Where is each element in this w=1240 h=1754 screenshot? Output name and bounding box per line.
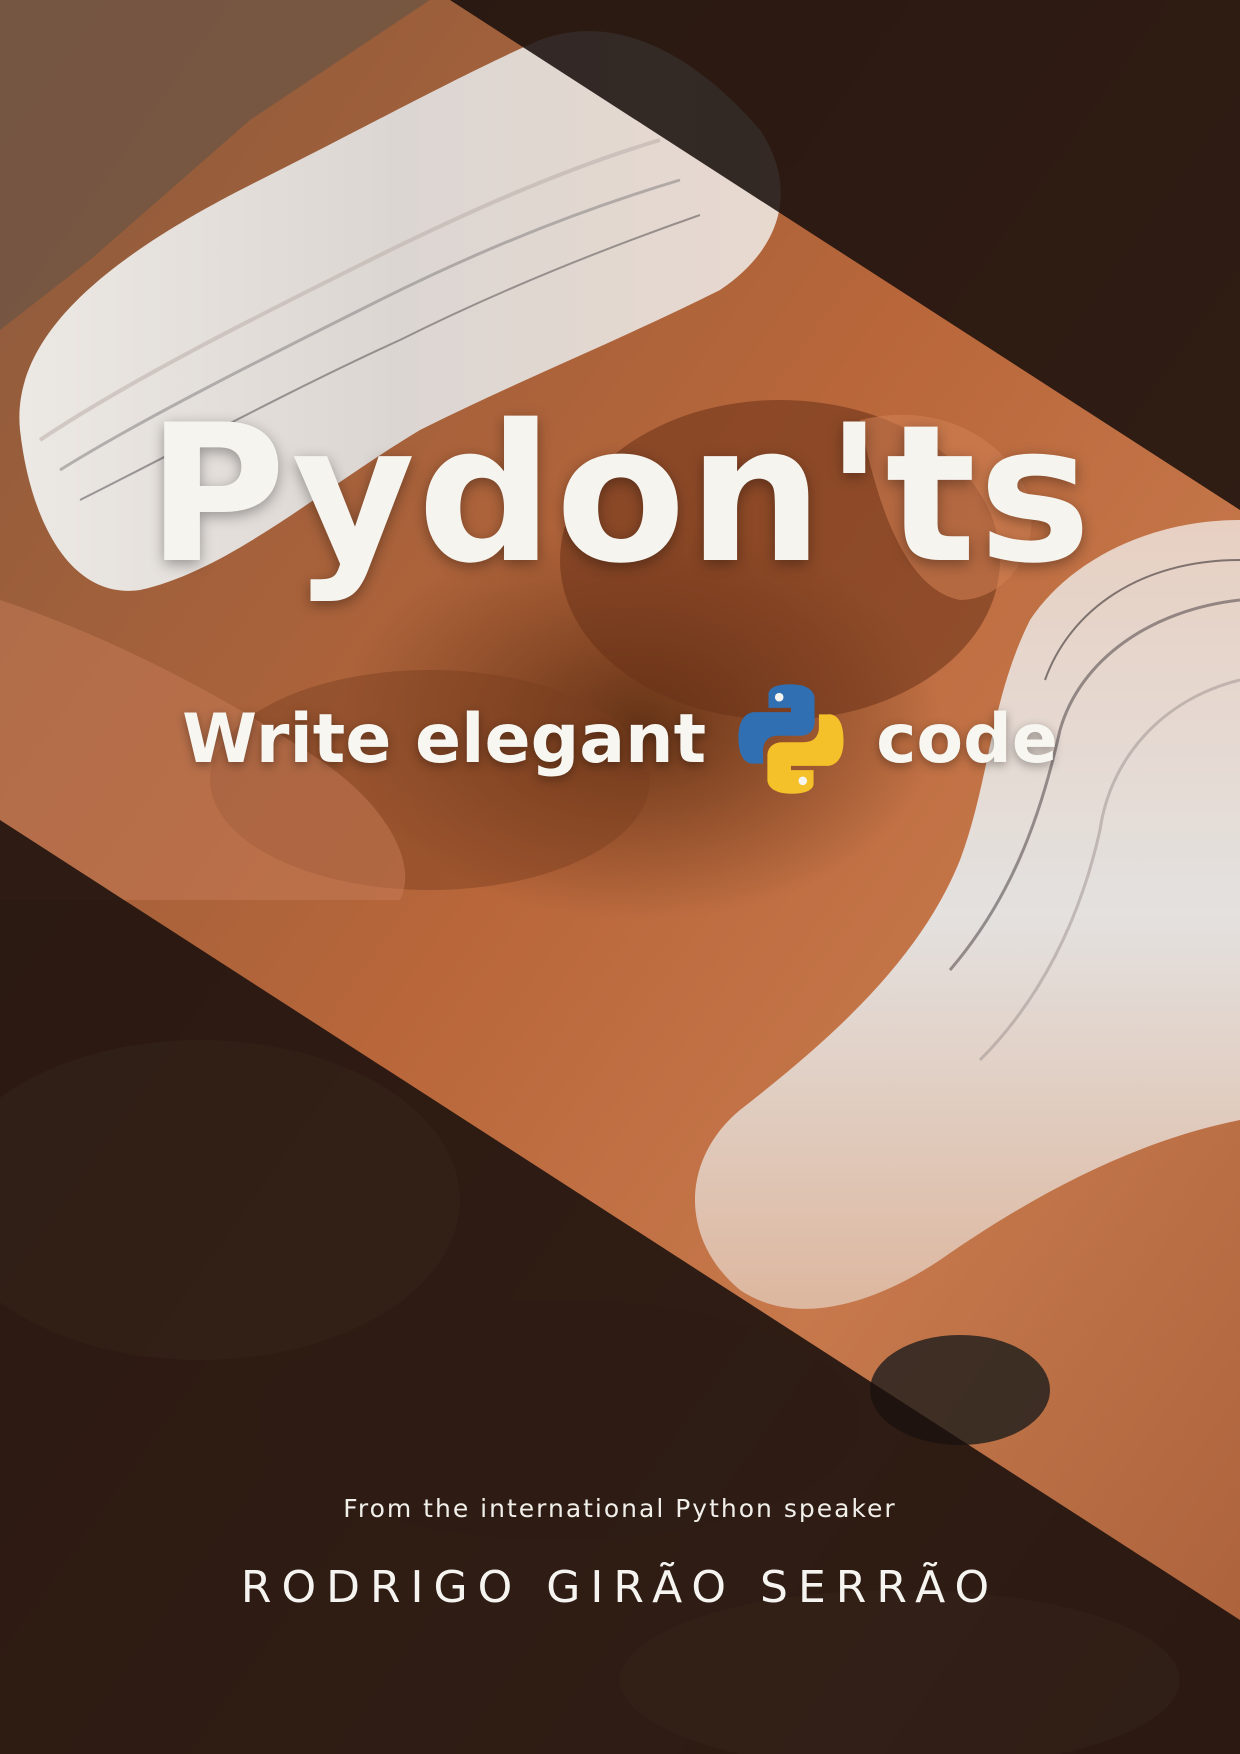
- tagline: From the international Python speaker: [343, 1494, 897, 1523]
- book-cover: Pydon'ts Write elegant code From the int…: [0, 0, 1240, 1754]
- python-logo-icon: [738, 684, 844, 794]
- book-title: Pydon'ts: [146, 384, 1094, 605]
- subtitle-text-after: code: [876, 699, 1058, 779]
- subtitle-text-before: Write elegant: [182, 699, 707, 779]
- book-subtitle: Write elegant code: [0, 680, 1240, 798]
- cover-background: [0, 0, 1240, 1754]
- author-name: RODRIGO GIRÃO SERRÃO: [240, 1562, 1000, 1613]
